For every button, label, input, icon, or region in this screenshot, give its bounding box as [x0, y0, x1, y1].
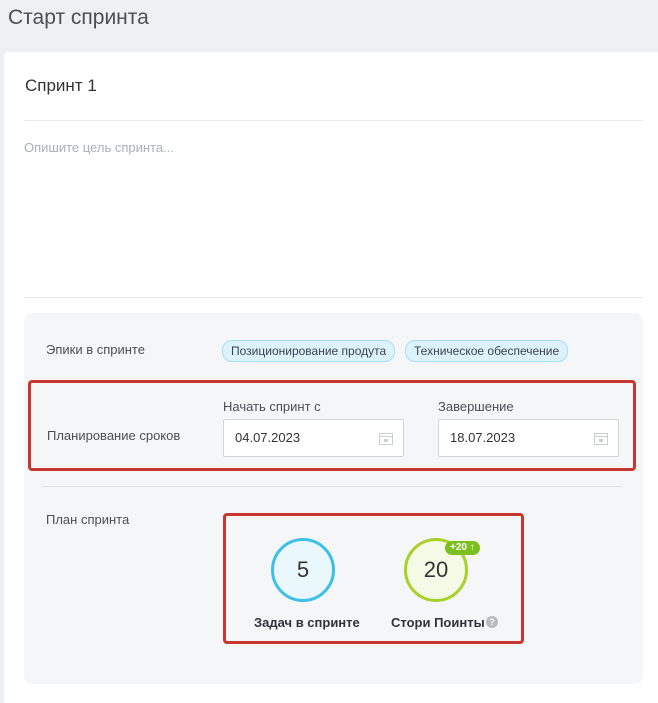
epics-label: Эпики в спринте	[46, 342, 145, 357]
epic-chip[interactable]: Позиционирование продута	[222, 340, 396, 362]
tasks-label: Задач в спринте	[254, 615, 360, 630]
divider	[42, 486, 622, 487]
sprint-goal-textarea[interactable]: Опишите цель спринта...	[24, 140, 174, 155]
page-title: Старт спринта	[8, 6, 149, 29]
calendar-icon[interactable]	[594, 432, 608, 445]
end-date-input[interactable]: 18.07.2023	[438, 419, 619, 457]
start-date-label: Начать спринт с	[223, 399, 321, 414]
story-points-count: 20	[423, 557, 449, 582]
start-date-value: 04.07.2023	[235, 430, 301, 445]
start-date-input[interactable]: 04.07.2023	[223, 419, 404, 457]
help-icon[interactable]: ?	[486, 616, 498, 628]
end-date-value: 18.07.2023	[450, 430, 516, 445]
tasks-count-circle: 5	[271, 538, 335, 602]
plan-label: План спринта	[46, 512, 130, 527]
end-date-label: Завершение	[438, 399, 514, 414]
schedule-label: Планирование сроков	[47, 428, 181, 443]
epic-chip[interactable]: Техническое обеспечение	[405, 340, 569, 362]
tasks-count: 5	[296, 557, 310, 582]
divider	[24, 297, 643, 298]
story-points-label: Стори Поинты	[391, 615, 485, 630]
story-points-delta-badge: +20 ↑	[445, 541, 480, 555]
calendar-icon[interactable]	[379, 432, 393, 445]
sprint-name-field[interactable]: Спринт 1	[25, 76, 97, 96]
divider	[24, 120, 643, 121]
